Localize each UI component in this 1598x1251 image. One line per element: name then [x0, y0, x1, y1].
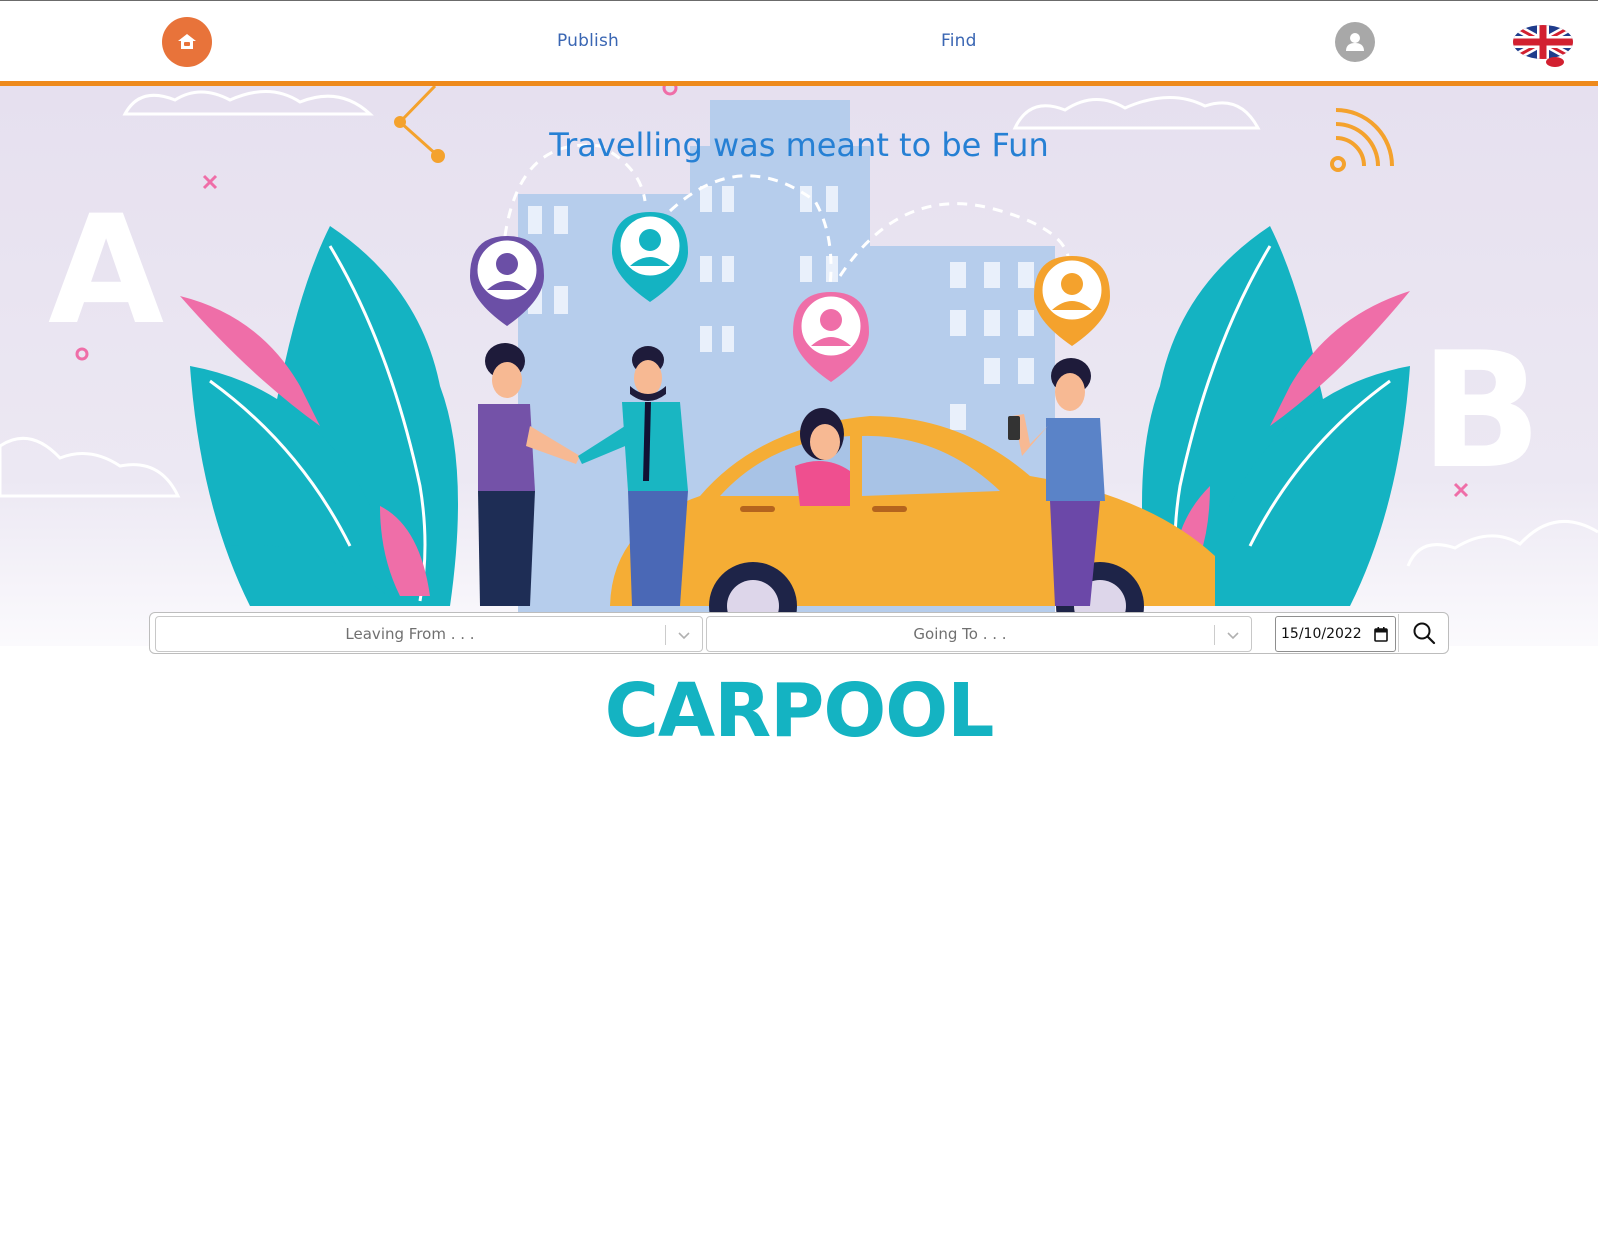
chevron-down-icon[interactable]: [1225, 627, 1241, 643]
select-separator: [1214, 625, 1215, 645]
uk-flag-icon[interactable]: [1512, 23, 1574, 73]
cloud-icon: [122, 90, 374, 116]
ride-search-bar: Leaving From . . . Going To . . . 15/10/…: [149, 612, 1449, 654]
going-to-select[interactable]: Going To . . .: [706, 616, 1252, 652]
top-nav: Publish Find: [0, 0, 1598, 86]
leaving-from-placeholder: Leaving From . . .: [345, 625, 475, 643]
hero-banner: A B Travelling was meant to be Fun: [0, 86, 1598, 646]
nav-find-link[interactable]: Find: [941, 31, 977, 51]
letter-a: A: [48, 184, 164, 358]
brand-title: CARPOOL: [604, 668, 995, 754]
letter-b: B: [1420, 317, 1542, 504]
calendar-icon[interactable]: [1374, 627, 1388, 642]
chevron-down-icon[interactable]: [676, 627, 692, 643]
search-button[interactable]: [1398, 614, 1448, 652]
cloud-icon: [0, 436, 181, 498]
going-to-placeholder: Going To . . .: [913, 625, 1007, 643]
nav-publish-link[interactable]: Publish: [557, 31, 619, 51]
cloud-icon: [1012, 96, 1261, 130]
user-icon: [1346, 33, 1364, 51]
hero-tagline: Travelling was meant to be Fun: [549, 126, 1049, 164]
leaving-from-select[interactable]: Leaving From . . .: [155, 616, 703, 652]
carpool-illustration: A B: [0, 86, 1598, 646]
travel-date-input[interactable]: 15/10/2022: [1275, 616, 1396, 652]
select-separator: [665, 625, 666, 645]
travel-date-value: 15/10/2022: [1281, 626, 1362, 642]
cloud-icon: [1406, 519, 1598, 567]
user-avatar-button[interactable]: [1335, 22, 1375, 62]
search-icon: [1413, 622, 1435, 645]
home-logo-button[interactable]: [162, 17, 212, 67]
home-car-icon: [178, 34, 196, 49]
